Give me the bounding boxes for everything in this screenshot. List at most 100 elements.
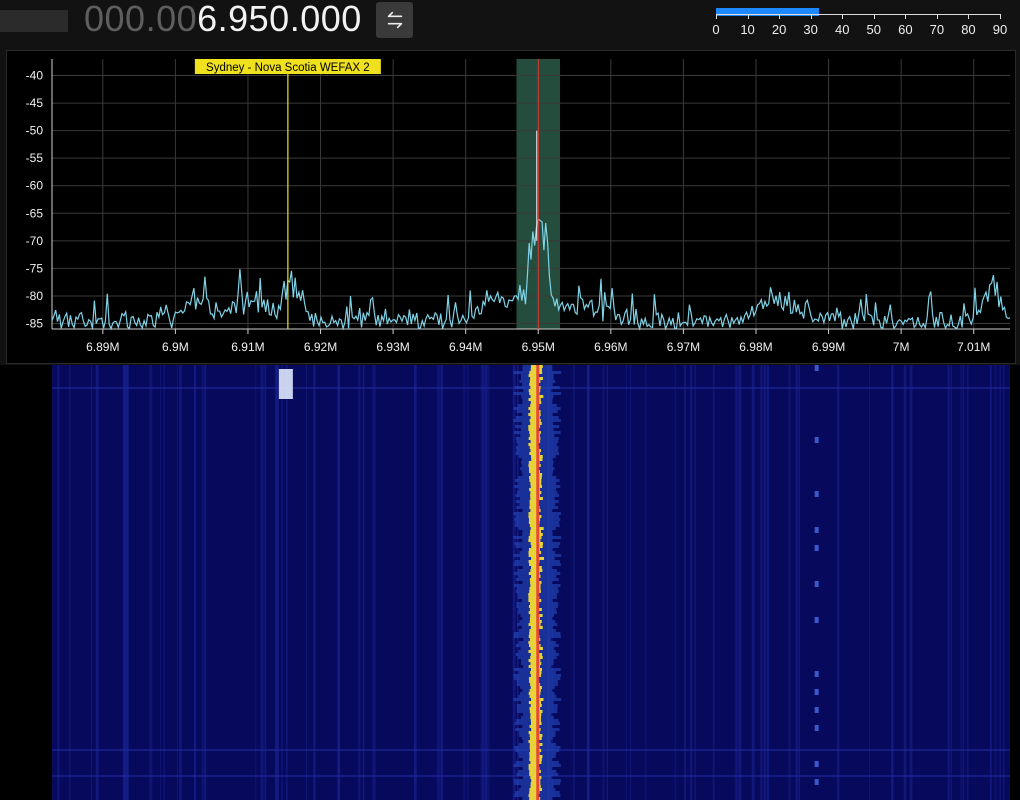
signal-meter-tick-label: 90	[992, 22, 1008, 37]
waterfall-streak	[466, 365, 469, 800]
signal-meter-tick	[936, 14, 938, 19]
x-tick-label: 6.89M	[86, 340, 119, 354]
y-tick-label: -70	[26, 234, 44, 248]
signal-meter-tick	[747, 14, 749, 19]
signal-core	[529, 476, 542, 479]
signal-core	[530, 491, 542, 494]
side-signal-dot	[814, 545, 819, 551]
signal-meter-scale-line	[716, 14, 1000, 15]
signal-core	[530, 581, 542, 584]
signal-core	[528, 599, 542, 602]
waterfall-streak	[305, 365, 307, 800]
signal-core	[530, 671, 542, 674]
waterfall-streak	[602, 365, 605, 800]
signal-core	[530, 704, 542, 707]
signal-core	[530, 662, 542, 665]
waterfall-streak	[738, 365, 742, 800]
waterfall-streak	[994, 365, 997, 800]
station-label: Sydney - Nova Scotia WEFAX 2	[206, 62, 370, 74]
waterfall-streak	[735, 365, 739, 800]
signal-core	[530, 674, 542, 677]
spectrum-panel[interactable]: -40 -45 -50 -55 -60 -65 -70 -75 -80 -85 6.89M 6.9M 6…	[6, 50, 1016, 364]
x-tick-label: 6.97M	[667, 340, 700, 354]
side-signal-dot	[814, 437, 819, 443]
waterfall-streak	[276, 365, 279, 800]
waterfall-streak	[264, 365, 267, 800]
x-tick-label: 6.92M	[304, 340, 337, 354]
signal-core	[529, 755, 543, 758]
waterfall-streak	[903, 365, 907, 800]
signal-meter-tick	[1000, 14, 1001, 19]
signal-meter-tick-label: 10	[740, 22, 755, 37]
waterfall-streak	[90, 365, 92, 800]
waterfall-streak	[753, 365, 755, 800]
waterfall-streak	[868, 365, 871, 800]
signal-core	[530, 401, 542, 404]
waterfall-streak	[960, 365, 962, 800]
signal-core	[529, 620, 542, 623]
waterfall-streak	[766, 365, 770, 800]
signal-core	[529, 479, 542, 482]
waterfall-streak	[892, 365, 894, 800]
y-tick-label: -75	[26, 261, 44, 275]
waterfall-streak	[517, 365, 519, 800]
signal-core	[529, 734, 543, 737]
x-tick-label: 6.94M	[449, 340, 482, 354]
signal-core	[529, 788, 543, 791]
waterfall-streak	[760, 365, 763, 800]
swap-button[interactable]	[376, 2, 413, 38]
waterfall-streak	[512, 365, 516, 800]
signal-core	[529, 743, 543, 746]
side-signal-dot	[814, 779, 819, 785]
waterfall-streak	[69, 365, 71, 800]
y-tick-label: -65	[26, 206, 44, 220]
y-tick-label: -55	[26, 151, 44, 165]
signal-meter-tick	[873, 14, 875, 19]
y-tick-label: -45	[26, 96, 44, 110]
waterfall-streak	[962, 365, 965, 800]
waterfall-streak	[572, 365, 575, 800]
signal-meter-tick-label: 60	[898, 22, 913, 37]
signal-core	[530, 761, 542, 764]
frequency-dim-digits: 000.00	[84, 0, 198, 39]
waterfall-streak	[587, 365, 590, 800]
x-tick-label: 6.9M	[162, 340, 189, 354]
signal-core	[530, 776, 542, 779]
waterfall-streak	[645, 365, 647, 800]
x-tick-label: 6.96M	[594, 340, 627, 354]
signal-meter: 0 10 20 30 40 50 60 70 80 90	[712, 0, 1016, 44]
swap-arrows-icon	[387, 11, 402, 29]
waterfall-streak	[149, 365, 153, 800]
waterfall-display[interactable]	[0, 365, 1020, 800]
signal-core	[530, 530, 542, 533]
signal-core	[530, 713, 542, 716]
waterfall-streak	[176, 365, 178, 800]
y-tick-label: -80	[26, 289, 44, 303]
waterfall-streak	[358, 365, 361, 800]
waterfall-panel[interactable]	[0, 365, 1020, 800]
signal-centerline	[536, 365, 540, 800]
side-signal-dot	[814, 671, 819, 677]
waterfall-streak	[193, 365, 197, 800]
signal-core	[529, 608, 542, 611]
y-tick-label: -50	[26, 124, 44, 138]
x-tick-label: 6.93M	[376, 340, 409, 354]
waterfall-streak	[201, 365, 204, 800]
waterfall-streak	[999, 365, 1001, 800]
waterfall-streak	[414, 365, 417, 800]
frequency-display[interactable]: 000.006.950.000	[84, 0, 362, 40]
signal-meter-tick	[810, 14, 812, 19]
waterfall-streak	[910, 365, 913, 800]
signal-meter-tick-label: 70	[929, 22, 945, 37]
side-signal-dot	[814, 527, 819, 533]
spectrum-plot[interactable]: -40 -45 -50 -55 -60 -65 -70 -75 -80 -85 6.89M 6.9M 6…	[7, 51, 1015, 363]
waterfall-streak	[281, 365, 283, 800]
side-signal-dot	[814, 707, 819, 713]
waterfall-streak	[712, 365, 715, 800]
x-tick-label: 6.99M	[812, 340, 845, 354]
waterfall-streak	[313, 365, 316, 800]
signal-meter-tick-label: 0	[712, 22, 720, 37]
signal-meter-tick	[842, 14, 844, 19]
menu-tab[interactable]	[0, 10, 68, 32]
waterfall-streak	[255, 365, 257, 800]
